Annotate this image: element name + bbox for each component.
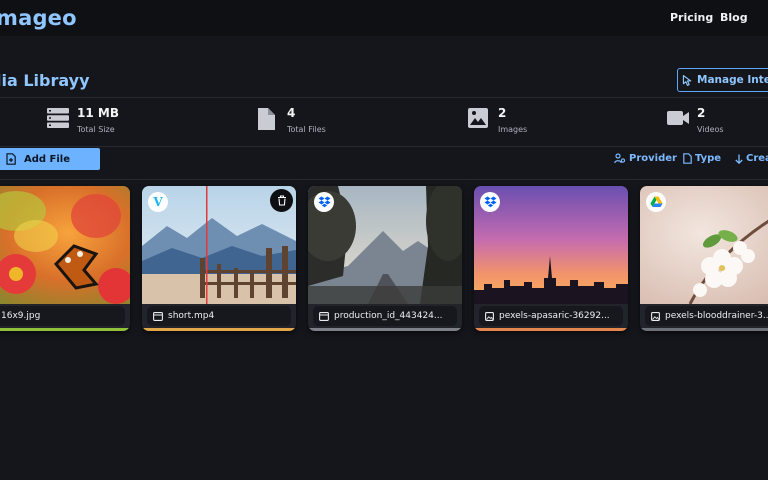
divider	[0, 146, 768, 147]
page-title: lia Librayy	[0, 71, 90, 90]
image-icon	[467, 107, 489, 133]
delete-file-button[interactable]	[270, 189, 293, 212]
nav-link-pricing[interactable]: Pricing	[670, 11, 713, 24]
divider	[0, 97, 768, 98]
users-filter-icon	[614, 153, 626, 164]
file-name-bar: short.mp4	[147, 306, 291, 326]
file-name: short.mp4	[168, 311, 215, 321]
sort-created-button[interactable]: Crea	[735, 153, 768, 164]
video-camera-icon	[666, 107, 690, 133]
file-name: pexels-blooddrainer-3...	[665, 311, 768, 321]
provider-filter-label: Provider	[629, 153, 677, 164]
file-card[interactable]: pexels-blooddrainer-3...	[640, 186, 768, 331]
divider	[0, 179, 768, 180]
add-file-label: Add File	[24, 153, 71, 165]
file-card[interactable]: 16x9.jpg	[0, 186, 130, 331]
stat-label: Videos	[697, 125, 724, 134]
google-drive-provider-badge	[646, 192, 666, 212]
file-name: 16x9.jpg	[1, 311, 41, 321]
type-filter-button[interactable]: Type	[683, 153, 721, 164]
type-filter-label: Type	[695, 153, 722, 164]
google-drive-icon	[650, 196, 663, 208]
stat-value: 4	[287, 106, 296, 120]
manage-integrations-button[interactable]: Manage Integra	[677, 68, 768, 92]
card-accent	[640, 328, 768, 331]
file-type-icon	[683, 153, 692, 164]
image-file-icon	[651, 311, 660, 321]
video-file-icon	[153, 311, 163, 321]
stat-value: 11 MB	[77, 106, 119, 120]
stat-label: Total Size	[77, 125, 115, 134]
file-name-bar: 16x9.jpg	[0, 306, 125, 326]
cursor-click-icon	[681, 74, 694, 87]
nav-link-blog[interactable]: Blog	[720, 11, 748, 24]
file-name: production_id_443424...	[334, 311, 443, 321]
add-file-button[interactable]: Add File	[0, 148, 100, 170]
file-card[interactable]: pexels-apasaric-36292...	[474, 186, 628, 331]
document-icon	[256, 107, 276, 135]
manage-integrations-label: Manage Integra	[697, 74, 768, 86]
app-logo[interactable]: mageo	[0, 6, 77, 30]
trash-icon	[277, 195, 287, 206]
card-accent	[0, 328, 130, 331]
stat-label: Images	[498, 125, 528, 134]
file-name: pexels-apasaric-36292...	[499, 311, 610, 321]
dropbox-provider-badge	[314, 192, 334, 212]
dropbox-provider-badge	[480, 192, 500, 212]
image-file-icon	[485, 311, 494, 321]
card-accent	[308, 328, 462, 331]
provider-filter-button[interactable]: Provider	[614, 153, 677, 164]
vimeo-provider-badge: V	[148, 192, 168, 212]
video-file-icon	[319, 311, 329, 321]
server-stack-icon	[46, 107, 70, 133]
stat-label: Total Files	[287, 125, 326, 134]
dropbox-icon	[318, 196, 331, 208]
file-card[interactable]: V short.mp4	[142, 186, 296, 331]
vimeo-icon: V	[153, 195, 163, 209]
file-name-bar: pexels-blooddrainer-3...	[645, 306, 768, 326]
stat-value: 2	[498, 106, 507, 120]
stat-value: 2	[697, 106, 706, 120]
file-thumbnail	[0, 186, 130, 304]
card-accent	[142, 328, 296, 331]
sort-created-label: Crea	[746, 153, 768, 164]
arrow-down-icon	[735, 154, 743, 164]
file-name-bar: pexels-apasaric-36292...	[479, 306, 623, 326]
file-card[interactable]: production_id_443424...	[308, 186, 462, 331]
dropbox-icon	[484, 196, 497, 208]
top-navbar: mageo Pricing Blog	[0, 0, 768, 36]
card-accent	[474, 328, 628, 331]
file-name-bar: production_id_443424...	[313, 306, 457, 326]
file-plus-icon	[6, 153, 16, 165]
